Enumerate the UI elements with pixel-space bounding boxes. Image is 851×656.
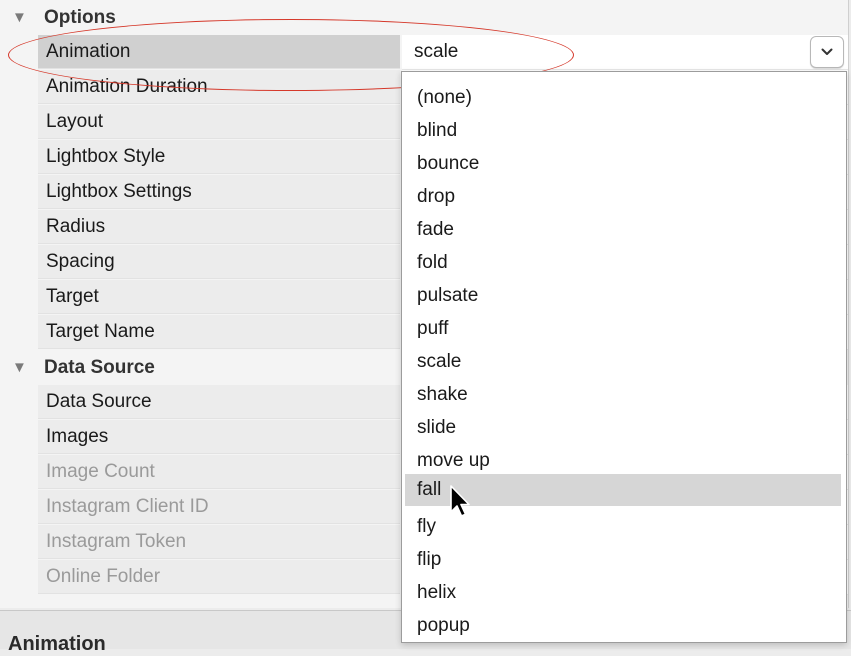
dropdown-option[interactable]: flip: [405, 544, 841, 576]
dropdown-option[interactable]: helix: [405, 577, 841, 609]
dropdown-option[interactable]: puff: [405, 313, 841, 345]
property-name: Images: [38, 420, 400, 454]
dropdown-option[interactable]: drop: [405, 181, 841, 213]
dropdown-option[interactable]: popup: [405, 610, 841, 642]
property-name: Spacing: [38, 245, 400, 279]
chevron-down-icon: [821, 48, 833, 55]
property-name: Instagram Token: [38, 525, 400, 559]
dropdown-option[interactable]: pulsate: [405, 280, 841, 312]
property-name: Layout: [38, 105, 400, 139]
section-title: Data Source: [44, 357, 155, 378]
property-name: Target: [38, 280, 400, 314]
dropdown-option[interactable]: shake: [405, 379, 841, 411]
property-name: Lightbox Style: [38, 140, 400, 174]
animation-dropdown-menu: (none) blind bounce drop fade fold pulsa…: [401, 71, 847, 643]
property-name: Radius: [38, 210, 400, 244]
dropdown-option[interactable]: blind: [405, 115, 841, 147]
property-value: scale: [414, 41, 459, 62]
property-value-field[interactable]: scale: [402, 35, 848, 70]
property-name: Instagram Client ID: [38, 490, 400, 524]
dropdown-option[interactable]: (none): [405, 82, 841, 114]
property-name: Lightbox Settings: [38, 175, 400, 209]
section-data-source[interactable]: ▼ Data Source: [0, 350, 400, 385]
dropdown-option[interactable]: scale: [405, 346, 841, 378]
dropdown-option[interactable]: move up: [405, 445, 841, 477]
dropdown-option[interactable]: slide: [405, 412, 841, 444]
dropdown-button[interactable]: [810, 36, 844, 68]
property-name: Data Source: [38, 385, 400, 419]
property-row-animation[interactable]: Animation scale: [0, 35, 848, 70]
property-name: Animation Duration: [38, 70, 400, 104]
property-name: Animation: [38, 35, 400, 69]
section-options[interactable]: ▼ Options: [0, 0, 400, 35]
property-name: Image Count: [38, 455, 400, 489]
arrow-cursor-icon: [450, 485, 470, 517]
section-title: Options: [44, 7, 116, 28]
dropdown-option[interactable]: bounce: [405, 148, 841, 180]
triangle-down-icon[interactable]: ▼: [12, 350, 27, 385]
footer-title: Animation: [8, 633, 106, 655]
triangle-down-icon[interactable]: ▼: [12, 0, 27, 35]
dropdown-option[interactable]: fade: [405, 214, 841, 246]
property-name: Online Folder: [38, 560, 400, 594]
dropdown-option[interactable]: fold: [405, 247, 841, 279]
property-name: Target Name: [38, 315, 400, 349]
